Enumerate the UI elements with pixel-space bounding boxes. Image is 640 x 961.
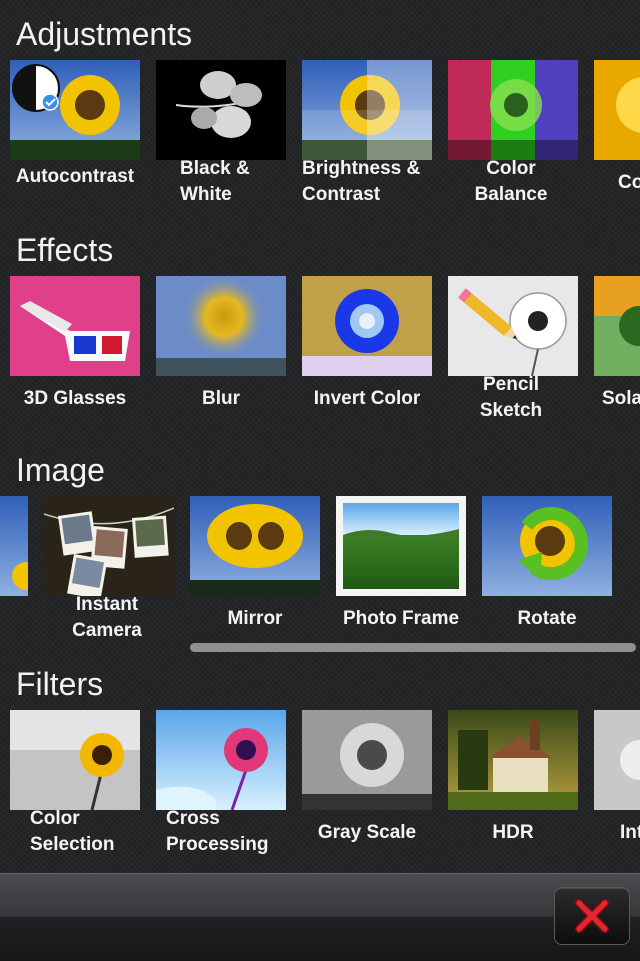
image-row[interactable]: Instant Camera Mirror Photo Frame Rotate [0,496,640,666]
tool-partial-adjustment[interactable]: Co [594,60,640,220]
partial-adjustment-thumbnail [594,60,640,160]
section-title-effects: Effects [16,232,114,268]
bottom-toolbar [0,873,640,961]
hdr-thumbnail [448,710,578,810]
tool-autocontrast[interactable]: Autocontrast [10,60,140,220]
tool-brightness-contrast[interactable]: Brightness & Contrast [302,60,432,220]
adjustments-row[interactable]: Autocontrast Black & White Brightness & … [0,60,640,230]
black-white-thumbnail [156,60,286,160]
partial-adjustment-label: Co [618,172,640,193]
tool-invert-color[interactable]: Invert Color [302,276,432,436]
tool-cross-processing[interactable]: Cross Processing [156,710,286,870]
tool-blur[interactable]: Blur [156,276,286,436]
autocontrast-thumbnail [10,60,140,160]
color-balance-label: Color Balance [474,158,548,205]
pencil-sketch-label: Pencil Sketch [479,374,543,421]
tool-partial-next[interactable]: Int [594,710,640,870]
brightness-contrast-thumbnail [302,60,432,160]
image-row-scrollbar[interactable] [190,643,636,652]
color-selection-label: Color Selection [30,808,115,855]
gray-scale-thumbnail [302,710,432,810]
tool-rotate[interactable]: Rotate [482,496,612,656]
cross-processing-thumbnail [156,710,286,810]
instant-camera-thumbnail [44,496,174,596]
color-balance-thumbnail [448,60,578,160]
rotate-thumbnail [482,496,612,596]
3d-glasses-thumbnail [10,276,140,376]
3d-glasses-label: 3D Glasses [23,388,127,409]
section-title-adjustments: Adjustments [16,16,193,52]
section-title-image: Image [16,452,105,488]
tool-hdr[interactable]: HDR [448,710,578,870]
tool-3d-glasses[interactable]: 3D Glasses [10,276,140,436]
tool-black-white[interactable]: Black & White [156,60,286,220]
photo-frame-label: Photo Frame [342,608,460,629]
hdr-label: HDR [492,822,534,843]
partial-next-label: Int [620,822,640,843]
invert-color-label: Invert Color [313,388,421,409]
section-title-filters: Filters [16,666,104,702]
tool-gray-scale[interactable]: Gray Scale [302,710,432,870]
photo-frame-thumbnail [336,496,466,596]
rotate-label: Rotate [517,608,577,629]
solarize-thumbnail [594,276,640,376]
effects-row[interactable]: 3D Glasses Blur Invert Color Pencil Sket… [0,276,640,446]
tool-instant-camera[interactable]: Instant Camera [44,496,174,656]
tool-color-selection[interactable]: Color Selection [10,710,140,870]
tool-color-balance[interactable]: Color Balance [448,60,578,220]
mirror-label: Mirror [227,608,283,629]
color-selection-thumbnail [10,710,140,810]
tool-pencil-sketch[interactable]: Pencil Sketch [448,276,578,436]
blur-label: Blur [202,388,240,409]
cross-processing-label: Cross Processing [166,808,269,855]
invert-color-thumbnail [302,276,432,376]
partial-next-thumbnail [594,710,640,810]
filters-row[interactable]: Color Selection Cross Processing Gray Sc… [0,710,640,880]
partial-previous-thumbnail [0,496,28,596]
close-x-icon [575,899,609,933]
tool-mirror[interactable]: Mirror [190,496,320,656]
tool-solarize[interactable]: Sola [594,276,640,436]
solarize-label: Sola [602,388,640,409]
tool-photo-frame[interactable]: Photo Frame [336,496,466,656]
autocontrast-label: Autocontrast [15,166,135,187]
instant-camera-label: Instant Camera [72,594,142,641]
close-button[interactable] [554,887,630,945]
brightness-contrast-label: Brightness & Contrast [302,158,421,205]
pencil-sketch-thumbnail [448,276,578,376]
gray-scale-label: Gray Scale [317,822,417,843]
blur-thumbnail [156,276,286,376]
tool-partial-previous[interactable] [0,496,28,656]
mirror-thumbnail [190,496,320,596]
